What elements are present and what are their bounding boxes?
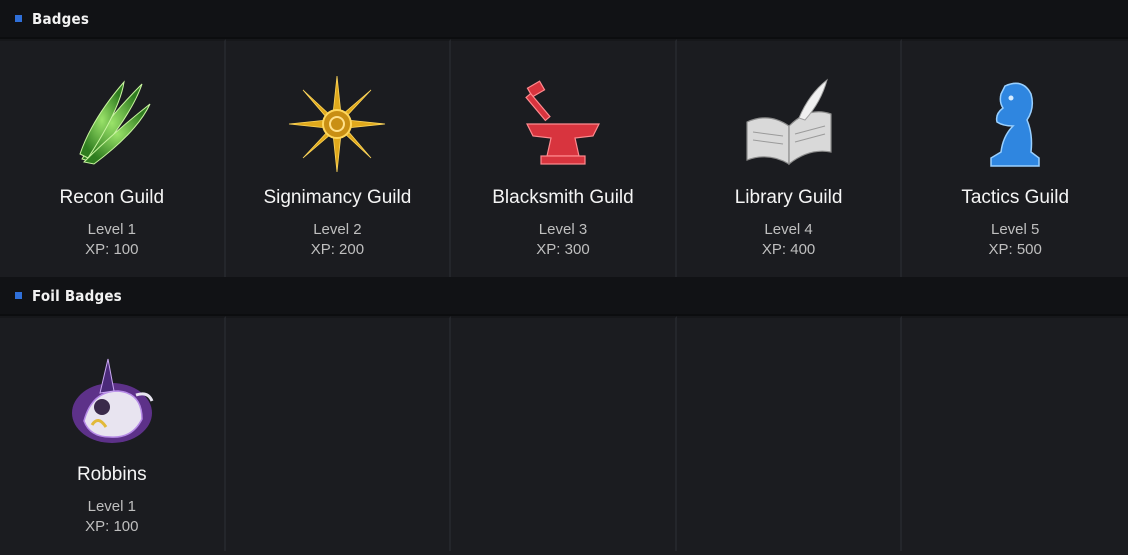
section-header-foil-badges: Foil Badges [0, 277, 1128, 316]
badge-card[interactable]: Blacksmith Guild Level 3 XP: 300 [451, 39, 677, 277]
badge-name: Recon Guild [59, 187, 165, 208]
badge-card[interactable]: Signimancy Guild Level 2 XP: 200 [225, 39, 452, 277]
empty-badge-slot [676, 316, 903, 551]
section-marker-icon [15, 15, 22, 22]
badge-name: Signimancy Guild [263, 187, 412, 208]
badge-level: Level 1 [87, 498, 136, 515]
open-book-icon [734, 69, 844, 179]
badges-section: Badges Recon Guild Level 1 XP: 100 Signi… [0, 0, 1128, 277]
badge-level: Level 4 [764, 221, 813, 238]
section-header-badges: Badges [0, 0, 1128, 39]
badge-name: Tactics Guild [961, 187, 1070, 208]
foil-badges-section: Foil Badges Robbins Level 1 XP: 100 [0, 277, 1128, 551]
badge-xp: XP: 100 [85, 518, 139, 535]
golden-sun-icon [282, 69, 392, 179]
foil-badge-grid: Robbins Level 1 XP: 100 [0, 316, 1128, 551]
badge-level: Level 2 [313, 221, 362, 238]
section-marker-icon [15, 292, 22, 299]
green-wings-icon [57, 69, 167, 179]
badge-level: Level 3 [538, 221, 588, 238]
badge-name: Robbins [76, 464, 147, 485]
badge-xp: XP: 400 [761, 241, 816, 258]
badge-xp: XP: 300 [536, 241, 590, 258]
empty-badge-slot [902, 316, 1128, 551]
empty-badge-slot [225, 316, 452, 551]
empty-badge-slot [451, 316, 677, 551]
badge-card[interactable]: Tactics Guild Level 5 XP: 500 [902, 39, 1128, 277]
badge-xp: XP: 100 [85, 241, 139, 258]
badge-xp: XP: 200 [310, 241, 365, 258]
purple-character-icon [57, 346, 167, 456]
badge-name: Library Guild [734, 187, 843, 208]
section-title: Foil Badges [32, 286, 122, 305]
badge-card[interactable]: Library Guild Level 4 XP: 400 [676, 39, 903, 277]
badge-xp: XP: 500 [988, 241, 1042, 258]
badge-card[interactable]: Robbins Level 1 XP: 100 [0, 316, 226, 551]
red-anvil-icon [508, 69, 618, 179]
badge-level: Level 1 [87, 221, 136, 238]
badge-grid: Recon Guild Level 1 XP: 100 Signimancy G… [0, 39, 1128, 277]
blue-knight-icon [960, 69, 1070, 179]
section-title: Badges [32, 9, 90, 28]
badge-name: Blacksmith Guild [492, 187, 634, 208]
badge-level: Level 5 [990, 221, 1040, 238]
badge-card[interactable]: Recon Guild Level 1 XP: 100 [0, 39, 226, 277]
